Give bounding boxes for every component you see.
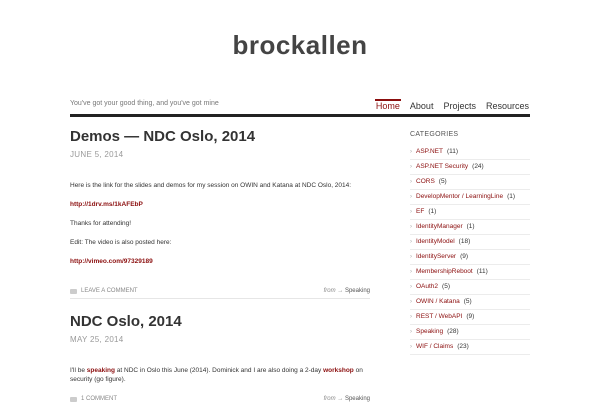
category-item: › IdentityServer (9) (410, 250, 530, 265)
nav-resources[interactable]: Resources (485, 99, 530, 111)
category-count: (5) (438, 178, 447, 185)
bullet-icon: › (410, 283, 412, 290)
nav-about[interactable]: About (409, 99, 435, 111)
slides-link[interactable]: http://1drv.ms/1kAFEbP (70, 201, 143, 208)
category-link[interactable]: CORS (416, 178, 435, 185)
category-link[interactable]: MembershipReboot (416, 268, 473, 275)
comments-link[interactable]: Leave a comment (81, 288, 138, 294)
category-link[interactable]: WIF / Claims (416, 343, 453, 350)
header-divider (70, 114, 530, 117)
category-item: › OWIN / Katana (5) (410, 295, 530, 310)
post-paragraph: Edit: The video is also posted here: (70, 239, 172, 246)
category-count: (24) (472, 163, 484, 170)
categories-heading: Categories (410, 131, 459, 138)
category-link[interactable]: DevelopMentor / LearningLine (416, 193, 503, 200)
category-item: › DevelopMentor / LearningLine (1) (410, 190, 530, 205)
from-label: from (323, 288, 336, 294)
category-count: (18) (458, 238, 471, 245)
category-item: › WIF / Claims (23) (410, 340, 530, 355)
category-item: › IdentityModel (18) (410, 235, 530, 250)
post: NDC Oslo, 2014 May 25, 2014 I'll be spea… (70, 313, 370, 406)
bullet-icon: › (410, 148, 412, 155)
sidebar: Categories › ASP.NET (11) › ASP.NET Security… (410, 131, 530, 355)
bullet-icon: › (410, 208, 412, 215)
comment-icon (70, 288, 77, 294)
post-list: Demos — NDC Oslo, 2014 June 5, 2014 Here… (70, 128, 370, 406)
category-item: › MembershipReboot (11) (410, 265, 530, 280)
category-link[interactable]: Speaking (345, 396, 370, 402)
post-date[interactable]: May 25, 2014 (70, 335, 370, 344)
category-count: (23) (457, 343, 469, 350)
post: Demos — NDC Oslo, 2014 June 5, 2014 Here… (70, 128, 370, 299)
post-body: Here is the link for the slides and demo… (70, 181, 370, 266)
category-count: (9) (466, 313, 475, 320)
bullet-icon: › (410, 178, 412, 185)
category-link[interactable]: Speaking (345, 288, 370, 294)
category-link[interactable]: IdentityManager (416, 223, 463, 230)
bullet-icon: › (410, 238, 412, 245)
arrow-icon: → (337, 396, 344, 402)
post-title[interactable]: Demos — NDC Oslo, 2014 (70, 128, 370, 146)
nav-home[interactable]: Home (374, 99, 401, 111)
category-count: (28) (447, 328, 459, 335)
post-body: I'll be speaking at NDC in Oslo this Jun… (70, 366, 370, 384)
category-count: (1) (507, 193, 516, 200)
category-link[interactable]: REST / WebAPI (416, 313, 462, 320)
category-count: (5) (463, 298, 472, 305)
bullet-icon: › (410, 328, 412, 335)
category-item: › ASP.NET (11) (410, 145, 530, 160)
category-link[interactable]: Speaking (416, 328, 443, 335)
site-title[interactable]: brockallen (0, 30, 600, 61)
bullet-icon: › (410, 298, 412, 305)
category-item: › REST / WebAPI (9) (410, 310, 530, 325)
post-meta: 1 Comment from → Speaking (70, 394, 370, 406)
post-paragraph: Here is the link for the slides and demo… (70, 182, 352, 189)
category-link[interactable]: ASP.NET Security (416, 163, 468, 170)
category-count: (5) (442, 283, 450, 290)
speaking-link[interactable]: speaking (87, 367, 115, 374)
category-item: › EF (1) (410, 205, 530, 220)
post-date[interactable]: June 5, 2014 (70, 150, 370, 159)
category-item: › CORS (5) (410, 175, 530, 190)
category-count: (1) (428, 208, 437, 215)
category-link[interactable]: EF (416, 208, 424, 215)
category-item: › OAuth2 (5) (410, 280, 530, 295)
post-meta: Leave a comment from → Speaking (70, 276, 370, 298)
bullet-icon: › (410, 343, 412, 350)
category-item: › ASP.NET Security (24) (410, 160, 530, 175)
category-link[interactable]: IdentityServer (416, 253, 456, 260)
category-link[interactable]: OWIN / Katana (416, 298, 460, 305)
category-count: (9) (460, 253, 469, 260)
main-nav: Home About Projects Resources (374, 99, 530, 111)
from-label: from (323, 396, 336, 402)
bullet-icon: › (410, 223, 412, 230)
category-item: › IdentityManager (1) (410, 220, 530, 235)
video-link[interactable]: http://vimeo.com/97329189 (70, 258, 153, 265)
category-count: (1) (466, 223, 475, 230)
nav-projects[interactable]: Projects (442, 99, 477, 111)
site-tagline: You've got your good thing, and you've g… (70, 100, 219, 107)
bullet-icon: › (410, 253, 412, 260)
bullet-icon: › (410, 163, 412, 170)
post-paragraph: I'll be speaking at NDC in Oslo this Jun… (70, 367, 363, 383)
category-link[interactable]: IdentityModel (416, 238, 455, 245)
arrow-icon: → (337, 288, 344, 294)
category-count: (11) (476, 268, 488, 275)
categories-list: › ASP.NET (11) › ASP.NET Security (24) › CORS (5… (410, 145, 530, 355)
workshop-link[interactable]: workshop (323, 367, 354, 374)
category-link[interactable]: ASP.NET (416, 148, 443, 155)
bullet-icon: › (410, 268, 412, 275)
post-title[interactable]: NDC Oslo, 2014 (70, 313, 370, 331)
category-count: (11) (446, 148, 459, 155)
comment-icon (70, 396, 77, 402)
bullet-icon: › (410, 313, 412, 320)
bullet-icon: › (410, 193, 412, 200)
comments-link[interactable]: 1 Comment (81, 396, 117, 402)
category-item: › Speaking (28) (410, 325, 530, 340)
category-link[interactable]: OAuth2 (416, 283, 438, 290)
post-paragraph: Thanks for attending! (70, 220, 132, 227)
